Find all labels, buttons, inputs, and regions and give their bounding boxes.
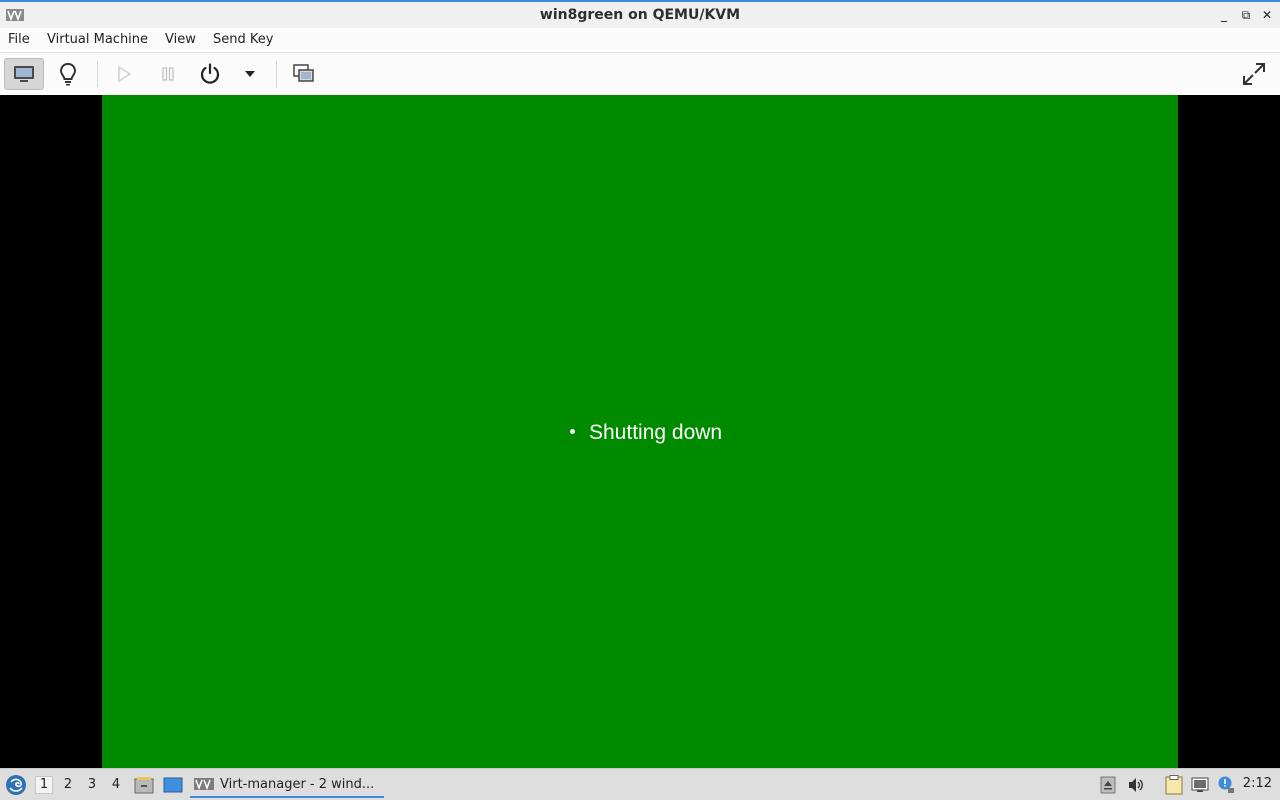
shutdown-options-dropdown[interactable] (230, 58, 270, 90)
pause-button[interactable] (148, 58, 188, 90)
task-label: Virt-manager - 2 wind... (220, 776, 375, 792)
minimize-button[interactable]: _ (1216, 7, 1232, 23)
menu-bar: File Virtual Machine View Send Key (0, 28, 1280, 52)
window-titlebar[interactable]: win8green on QEMU/KVM _ ⧉ ✕ (0, 0, 1280, 28)
toolbar-separator (276, 61, 277, 87)
tray-network[interactable] (1191, 776, 1209, 794)
details-lightbulb-icon (59, 62, 77, 86)
menu-file[interactable]: File (8, 32, 30, 47)
network-icon (1191, 777, 1209, 792)
file-manager-launcher[interactable] (133, 776, 155, 794)
snapshots-button[interactable] (284, 58, 324, 90)
spinner-dot-icon (570, 428, 575, 434)
fullscreen-icon (1243, 63, 1265, 85)
tray-volume[interactable] (1127, 776, 1145, 794)
distro-logo-icon (6, 775, 26, 795)
file-cabinet-icon (134, 777, 154, 794)
start-menu-button[interactable] (5, 774, 27, 796)
restore-button[interactable]: ⧉ (1238, 7, 1254, 23)
close-button[interactable]: ✕ (1259, 7, 1275, 23)
menu-virtual-machine[interactable]: Virtual Machine (47, 32, 148, 47)
shutdown-status: Shutting down (570, 421, 722, 445)
desktop-icon (163, 777, 183, 793)
tray-eject[interactable] (1099, 776, 1117, 794)
clipboard-icon (1165, 775, 1183, 795)
console-button[interactable] (4, 58, 44, 90)
taskbar-task-virt-manager[interactable]: Virt-manager - 2 wind... (190, 772, 384, 798)
console-icon (14, 66, 34, 82)
tray-clipboard[interactable] (1163, 775, 1185, 795)
vm-console-display[interactable]: Shutting down (0, 95, 1280, 768)
toolbar-separator (97, 61, 98, 87)
menu-view[interactable]: View (165, 32, 196, 47)
eject-icon (1100, 776, 1116, 794)
run-button[interactable] (104, 58, 144, 90)
workspace-2[interactable]: 2 (59, 776, 77, 794)
chevron-down-icon (245, 71, 255, 77)
power-icon (200, 63, 220, 84)
workspace-3[interactable]: 3 (83, 776, 101, 794)
virt-manager-icon (194, 778, 214, 790)
fullscreen-button[interactable] (1234, 58, 1274, 90)
shutdown-status-text: Shutting down (589, 421, 723, 444)
tray-updates[interactable] (1217, 776, 1235, 794)
shutdown-button[interactable] (190, 58, 230, 90)
snapshots-icon (293, 64, 314, 82)
clock[interactable]: 2:12 (1243, 776, 1272, 791)
info-notification-icon (1218, 776, 1234, 793)
details-button[interactable] (48, 58, 88, 90)
show-desktop-button[interactable] (162, 776, 184, 794)
volume-icon (1129, 778, 1143, 792)
guest-screen[interactable]: Shutting down (102, 95, 1178, 768)
menu-send-key[interactable]: Send Key (213, 32, 273, 47)
workspace-4[interactable]: 4 (107, 776, 125, 794)
run-icon (118, 65, 132, 83)
workspace-1[interactable]: 1 (35, 776, 53, 794)
toolbar (0, 52, 1280, 95)
window-title: win8green on QEMU/KVM (539, 7, 741, 23)
pause-icon (162, 67, 174, 81)
taskbar: 1 2 3 4 Virt-manager - 2 wind... 2:12 (0, 768, 1280, 800)
